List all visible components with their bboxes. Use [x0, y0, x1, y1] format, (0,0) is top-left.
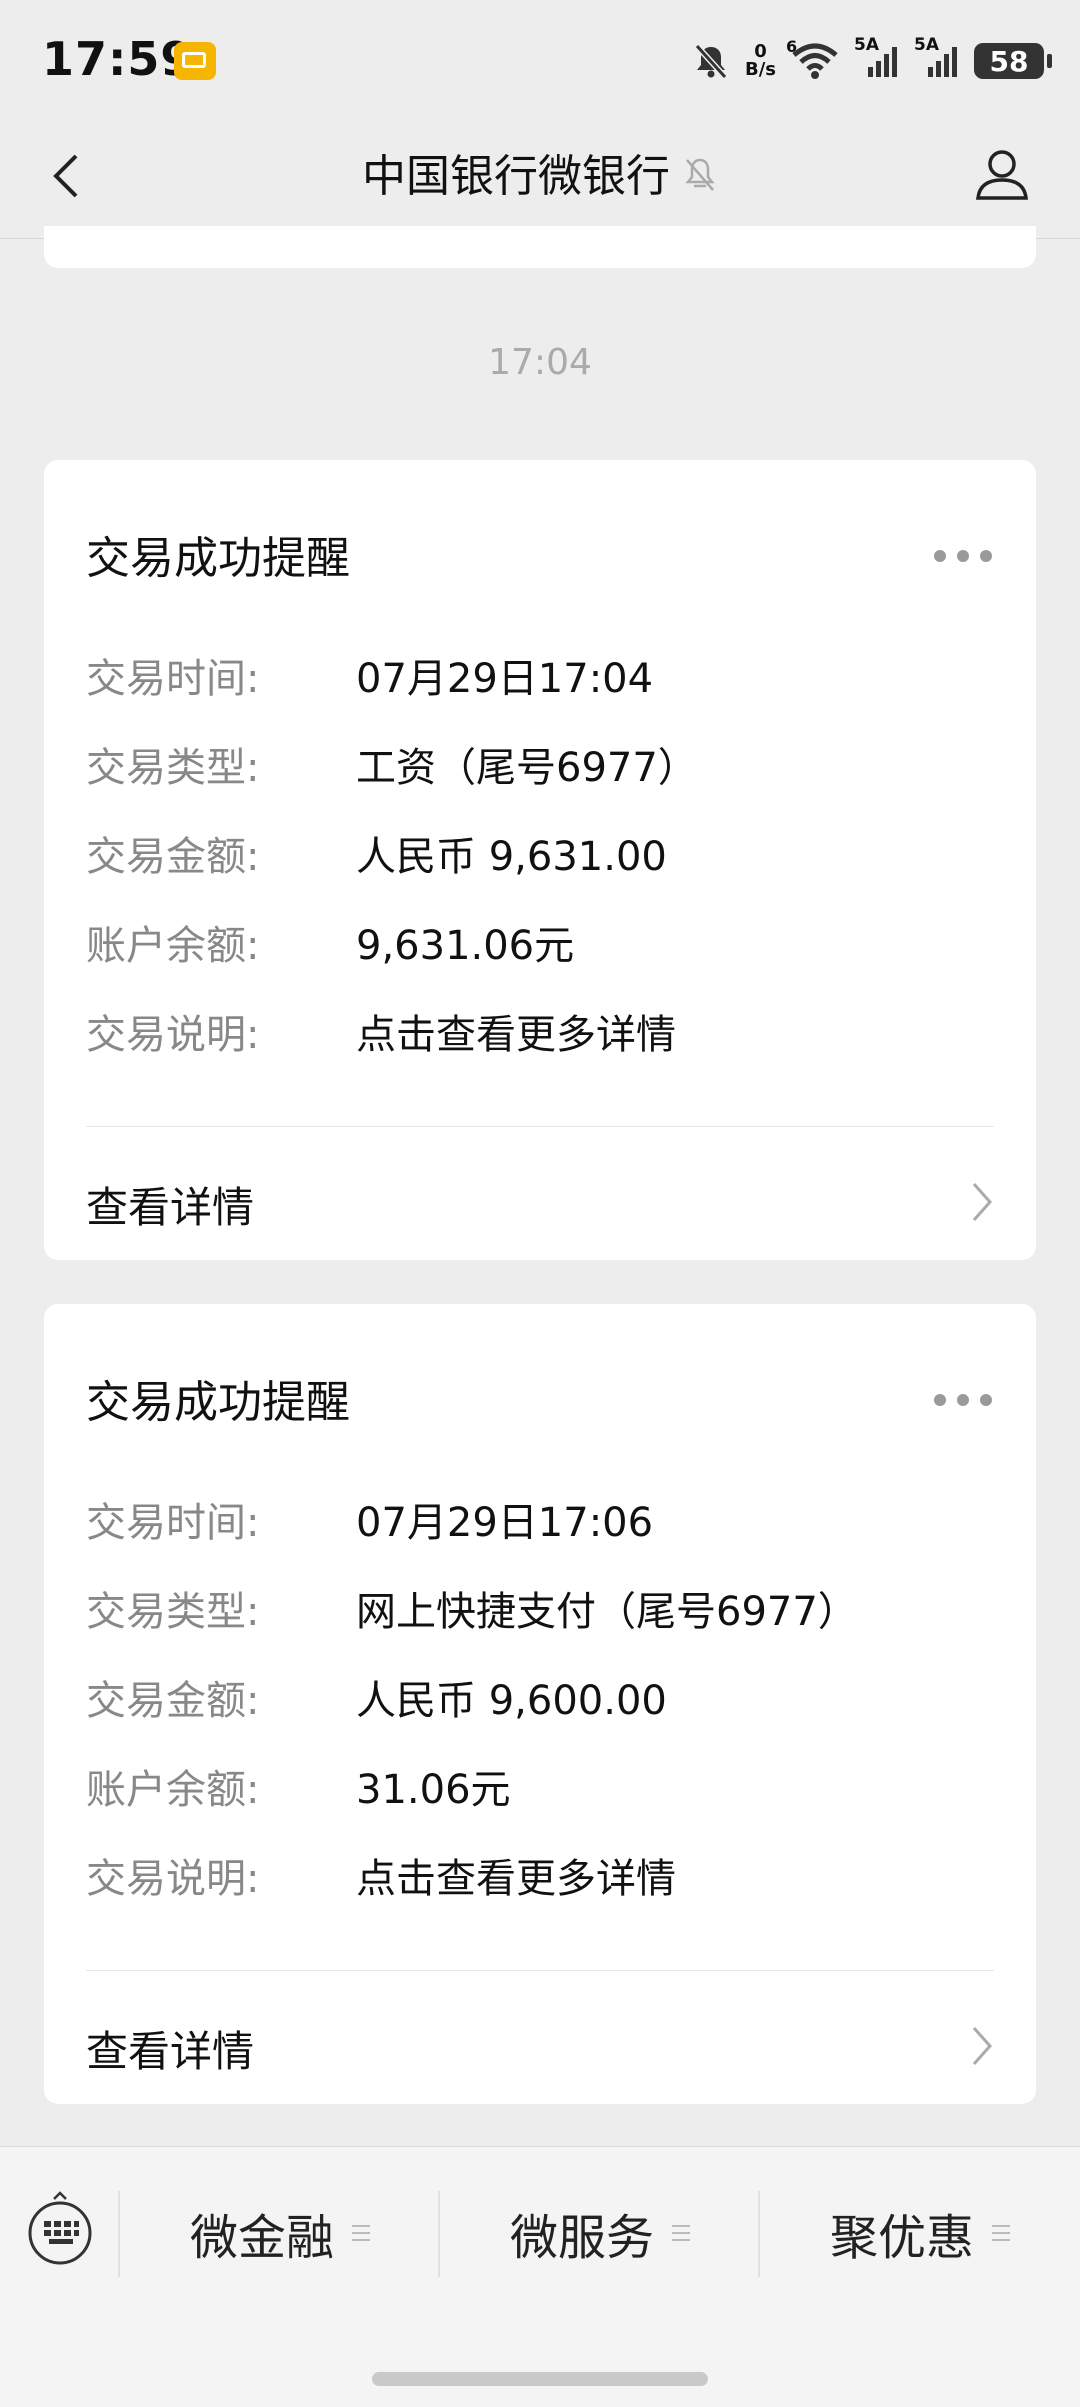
view-details-link[interactable]: 查看详情	[44, 1140, 1036, 1260]
row-value: 点击查看更多详情	[356, 1012, 676, 1058]
menu-item-label: 微服务	[509, 2210, 654, 2266]
view-details-label: 查看详情	[86, 1183, 255, 1232]
home-indicator[interactable]	[372, 2372, 708, 2386]
row-label: 账户余额:	[86, 923, 260, 969]
row-value: 31.06元	[356, 1767, 511, 1813]
account-balance-row: 账户余额: 9,631.06元	[86, 913, 986, 973]
row-label: 账户余额:	[86, 1767, 260, 1813]
profile-button[interactable]	[970, 142, 1034, 206]
row-label: 交易时间:	[86, 1500, 260, 1546]
menu-item-label: 聚优惠	[829, 2210, 974, 2266]
transaction-card[interactable]: 交易成功提醒 交易时间: 07月29日17:04 交易类型: 工资（尾号6977…	[44, 460, 1036, 1260]
menu-item-offers[interactable]: 聚优惠	[760, 2193, 1080, 2273]
row-label: 交易金额:	[86, 1678, 260, 1724]
keyboard-toggle-button[interactable]	[26, 2189, 94, 2267]
card-title: 交易成功提醒	[86, 533, 350, 584]
submenu-icon	[352, 2225, 370, 2241]
row-value: 人民币 9,631.00	[356, 834, 667, 880]
view-details-link[interactable]: 查看详情	[44, 1984, 1036, 2104]
row-label: 交易类型:	[86, 1589, 260, 1635]
row-label: 交易金额:	[86, 834, 260, 880]
signal-sim1-icon: 5A	[854, 35, 900, 81]
row-value: 人民币 9,600.00	[356, 1678, 667, 1724]
view-details-label: 查看详情	[86, 2027, 255, 2076]
transaction-note-row: 交易说明: 点击查看更多详情	[86, 1002, 986, 1062]
message-notification-icon	[174, 42, 216, 80]
submenu-icon	[992, 2225, 1010, 2241]
menu-item-wei-finance[interactable]: 微金融	[120, 2193, 440, 2273]
transaction-type-row: 交易类型: 网上快捷支付（尾号6977）	[86, 1579, 986, 1639]
signal-sim2-icon: 5A	[914, 35, 960, 81]
row-value: 点击查看更多详情	[356, 1856, 676, 1902]
row-value: 9,631.06元	[356, 923, 575, 969]
row-label: 交易说明:	[86, 1012, 260, 1058]
muted-bell-icon	[682, 154, 718, 205]
person-icon	[976, 150, 1028, 200]
service-menu-bar: 微金融 微服务 聚优惠	[0, 2146, 1080, 2407]
transaction-time-row: 交易时间: 07月29日17:06	[86, 1490, 986, 1550]
network-speed: 0 B/s	[744, 41, 776, 80]
row-label: 交易说明:	[86, 1856, 260, 1902]
transaction-type-row: 交易类型: 工资（尾号6977）	[86, 735, 986, 795]
row-label: 交易时间:	[86, 656, 260, 702]
row-value: 网上快捷支付（尾号6977）	[356, 1589, 858, 1635]
transaction-note-row: 交易说明: 点击查看更多详情	[86, 1846, 986, 1906]
menu-item-wei-service[interactable]: 微服务	[440, 2193, 760, 2273]
transaction-amount-row: 交易金额: 人民币 9,600.00	[86, 1668, 986, 1728]
menu-item-label: 微金融	[189, 2210, 334, 2266]
row-value: 07月29日17:04	[356, 656, 654, 702]
chat-title: 中国银行微银行	[0, 140, 1080, 205]
chevron-right-icon	[972, 1183, 993, 1221]
card-title: 交易成功提醒	[86, 1377, 350, 1428]
battery-indicator: 58	[974, 43, 1052, 79]
status-icons: 0 B/s 6 5A 5A 58	[691, 35, 1052, 86]
transaction-amount-row: 交易金额: 人民币 9,631.00	[86, 824, 986, 884]
message-timestamp: 17:04	[488, 342, 592, 383]
account-balance-row: 账户余额: 31.06元	[86, 1757, 986, 1817]
status-bar: 17:59 0 B/s 6 5A 5A 58	[0, 0, 1080, 120]
wifi-icon: 6	[786, 37, 840, 81]
more-options-button[interactable]	[934, 1394, 992, 1408]
status-time: 17:59	[42, 32, 194, 86]
row-value: 工资（尾号6977）	[356, 745, 698, 791]
keyboard-icon	[28, 2191, 92, 2265]
chat-header: 中国银行微银行	[0, 120, 1080, 238]
mute-bell-icon	[694, 43, 728, 80]
card-divider	[86, 1126, 994, 1127]
card-divider	[86, 1970, 994, 1971]
submenu-icon	[672, 2225, 690, 2241]
more-options-button[interactable]	[934, 550, 992, 564]
previous-message-card[interactable]	[44, 226, 1036, 268]
row-value: 07月29日17:06	[356, 1500, 654, 1546]
row-label: 交易类型:	[86, 745, 260, 791]
transaction-card[interactable]: 交易成功提醒 交易时间: 07月29日17:06 交易类型: 网上快捷支付（尾号…	[44, 1304, 1036, 2104]
chevron-right-icon	[972, 2027, 993, 2065]
transaction-time-row: 交易时间: 07月29日17:04	[86, 646, 986, 706]
